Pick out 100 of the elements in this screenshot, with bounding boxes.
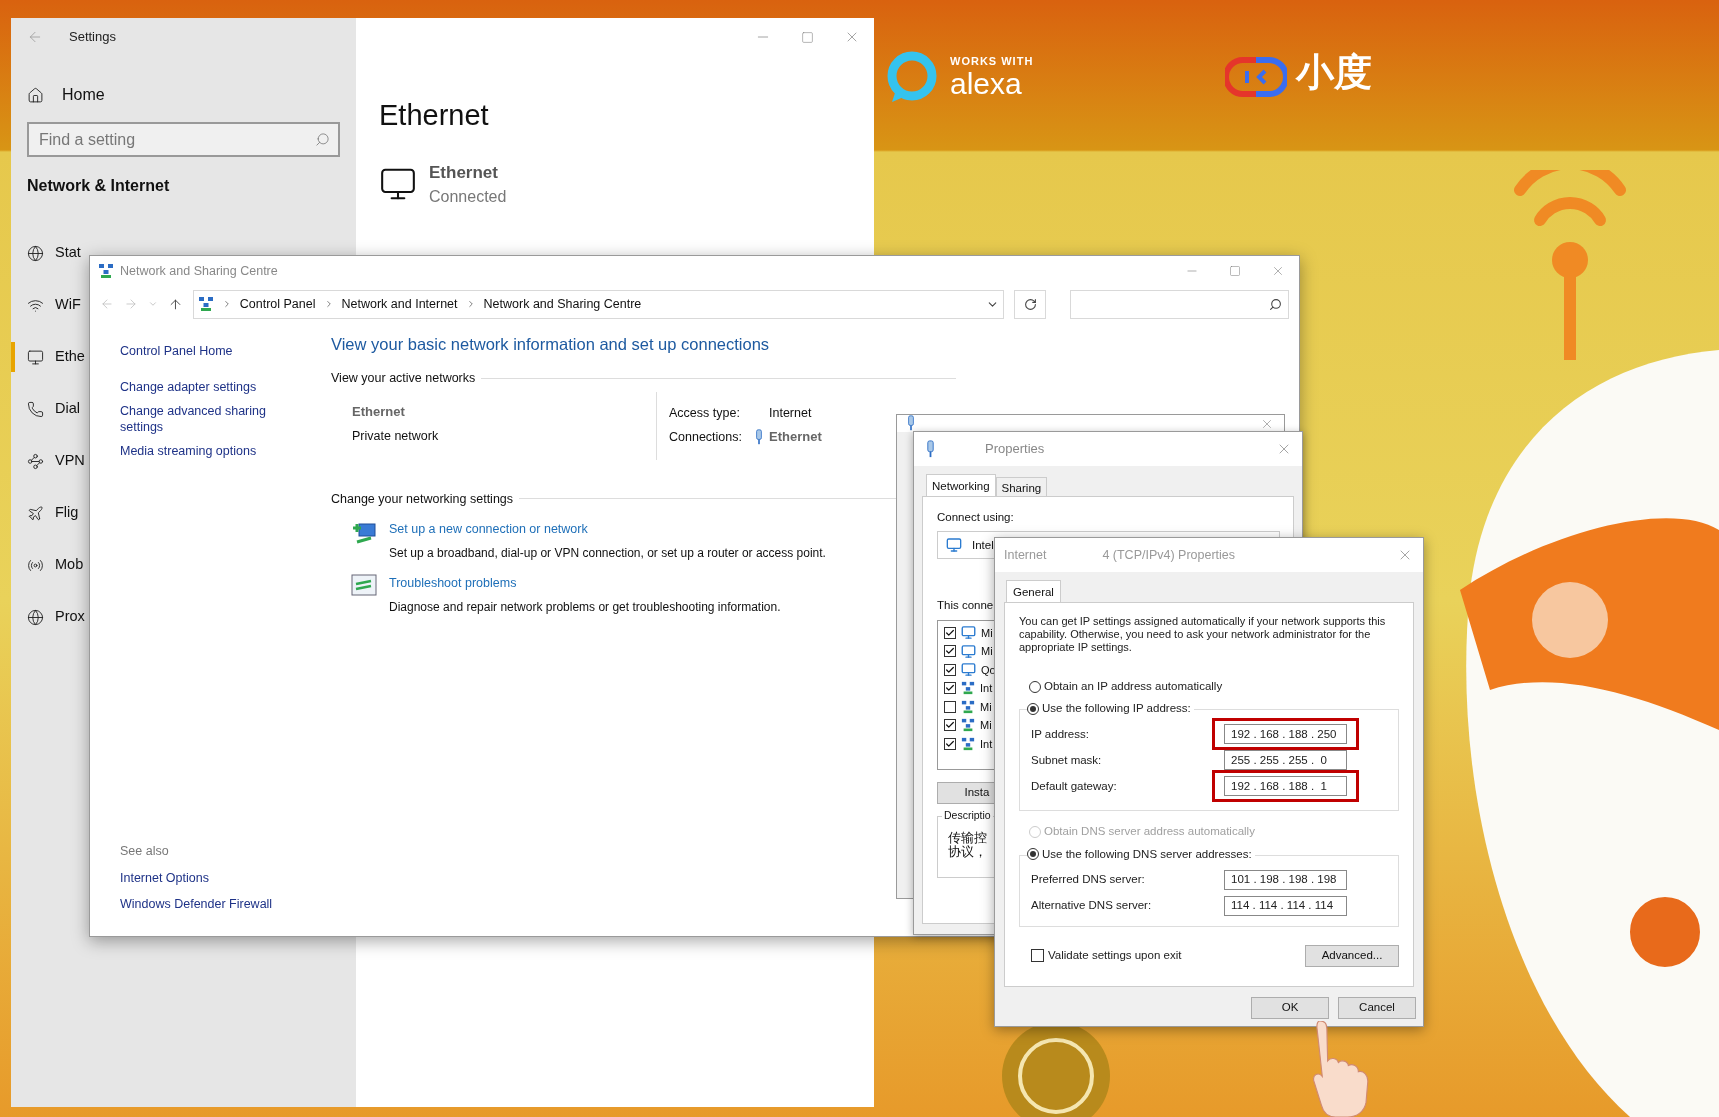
dialog-tab[interactable]: Networking [926, 474, 996, 496]
ip-address-field[interactable]: 192 . 168 . 188 . 1 [1224, 776, 1347, 797]
task-description: Set up a broadband, dial-up or VPN connection, or set up a router or access point. [389, 545, 826, 562]
sidebar-link[interactable]: Control Panel Home [120, 343, 290, 359]
sidebar-link[interactable]: Internet Options [120, 868, 331, 888]
plug-icon [755, 429, 763, 445]
checkbox[interactable] [944, 700, 956, 713]
monitor-icon [27, 348, 44, 366]
nav-item[interactable]: VPN [11, 446, 85, 476]
history-icon[interactable] [147, 299, 158, 309]
ok-button[interactable]: OK [1251, 997, 1329, 1019]
ip-address-field[interactable]: 101 . 198 . 198 . 198 [1224, 869, 1347, 890]
airplane-icon [27, 504, 44, 522]
dialog-tab[interactable]: Sharing [995, 477, 1048, 496]
info-label: Connections: [669, 428, 743, 446]
checkbox[interactable] [944, 626, 956, 639]
dialog-tab[interactable]: General [1006, 580, 1061, 602]
checkbox[interactable] [944, 682, 956, 695]
network-icon [197, 296, 214, 312]
section-heading: Change your networking settings [331, 490, 514, 508]
address-bar[interactable]: Control Panel Network and Internet Network and Sharing Centre [192, 289, 1005, 319]
nav-item[interactable]: Stat [11, 238, 81, 268]
nav-item[interactable]: Prox [11, 602, 85, 632]
field-label: Subnet mask: [1031, 752, 1103, 768]
checkbox[interactable] [944, 737, 956, 750]
forward-icon[interactable] [123, 297, 138, 311]
nav-item[interactable]: Flig [11, 498, 79, 528]
back-icon[interactable] [27, 29, 43, 45]
info-value: Internet [769, 404, 812, 422]
alexa-ring-icon [886, 50, 938, 104]
logo-wordmark: alexa [950, 69, 1023, 99]
window-title: Internet [1004, 546, 1047, 564]
nav-item[interactable]: Dial [11, 394, 80, 424]
sidebar-link[interactable]: Change advanced sharing settings [120, 403, 290, 435]
close-icon[interactable] [1260, 417, 1274, 431]
section-heading: Network & Internet [27, 176, 171, 196]
connection-link[interactable]: Ethernet [769, 427, 822, 447]
see-also-heading: See also [120, 842, 170, 860]
page-heading: View your basic network information and set up connections [331, 334, 771, 355]
sidebar-link[interactable]: Change adapter settings [120, 379, 290, 395]
computer-icon [961, 662, 976, 678]
field-label: Preferred DNS server: [1031, 871, 1146, 887]
intro-text: You can get IP settings assigned automatically if your network supports this capability. Otherwise, you need to ask your network administrator for the appropriate IP settings. [1019, 615, 1387, 654]
network-icon [27, 452, 44, 470]
ip-address-field[interactable]: 114 . 114 . 114 . 114 [1224, 895, 1347, 916]
advanced-button[interactable]: Advanced... [1305, 944, 1399, 967]
breadcrumb-item[interactable]: Network and Internet [341, 294, 458, 314]
computer-icon [961, 625, 976, 641]
troubleshoot-icon [351, 574, 377, 596]
ip-address-field[interactable]: 255 . 255 . 255 . 0 [1224, 750, 1347, 771]
search-field[interactable]: Find a setting [27, 122, 340, 157]
sidebar-link[interactable]: Windows Defender Firewall [120, 895, 331, 914]
phone-icon [27, 400, 44, 418]
search-icon [1269, 297, 1282, 311]
up-icon[interactable] [167, 296, 183, 312]
maximize-icon[interactable] [1229, 265, 1241, 277]
field-label: Alternative DNS server: [1031, 897, 1153, 913]
checkbox[interactable] [944, 719, 956, 732]
sidebar-link[interactable]: Media streaming options [120, 443, 290, 459]
breadcrumb-item[interactable]: Network and Sharing Centre [483, 294, 642, 314]
task-description: Diagnose and repair network problems or get troubleshooting information. [389, 598, 781, 616]
maximize-icon[interactable] [801, 30, 814, 44]
radio-label: Obtain DNS server address automatically [1044, 824, 1255, 840]
checkbox[interactable] [1031, 949, 1044, 962]
component-label: Int [980, 736, 993, 752]
nav-item[interactable]: Mob [11, 550, 84, 580]
globe-icon [27, 608, 44, 626]
ip-address-field[interactable]: 192 . 168 . 188 . 250 [1224, 724, 1347, 745]
description-text: 传输控 [948, 830, 987, 845]
refresh-button[interactable] [1014, 289, 1046, 319]
radio-label: Obtain an IP address automatically [1044, 679, 1223, 694]
checkbox-label: Validate settings upon exit [1048, 947, 1182, 963]
checkbox[interactable] [944, 663, 956, 676]
brand-wordmark: 小度 [1296, 53, 1372, 91]
back-icon[interactable] [100, 297, 114, 311]
checkbox[interactable] [944, 645, 956, 658]
window-title: 4 (TCP/IPv4) Properties [1102, 546, 1236, 564]
home-item[interactable]: Home [27, 80, 340, 110]
component-label: Mi [981, 644, 993, 659]
radio-label: Use the following IP address: [1042, 701, 1191, 717]
field-label: IP address: [1031, 726, 1090, 742]
task-link[interactable]: Troubleshoot problems [389, 574, 781, 593]
protocol-icon [961, 699, 975, 714]
field-label: Default gateway: [1031, 778, 1118, 794]
cancel-button[interactable]: Cancel [1338, 997, 1416, 1019]
task-link[interactable]: Set up a new connection or network [389, 520, 826, 539]
window-title: Properties [985, 440, 1045, 459]
search-icon[interactable] [315, 132, 330, 147]
computer-icon [961, 643, 976, 659]
network-category: Private network [352, 428, 440, 445]
window-title: Network and Sharing Centre [120, 262, 278, 280]
connection-status: Connected [429, 187, 507, 207]
nav-item[interactable]: WiF [11, 290, 81, 320]
protocol-icon [961, 718, 975, 733]
component-label: Mi [981, 625, 993, 641]
info-label: Access type: [669, 404, 741, 422]
close-icon[interactable] [1271, 264, 1285, 278]
breadcrumb-item[interactable]: Control Panel [239, 294, 316, 314]
nav-item[interactable]: Ethe [11, 342, 85, 372]
connection-name: Ethernet [429, 161, 499, 184]
